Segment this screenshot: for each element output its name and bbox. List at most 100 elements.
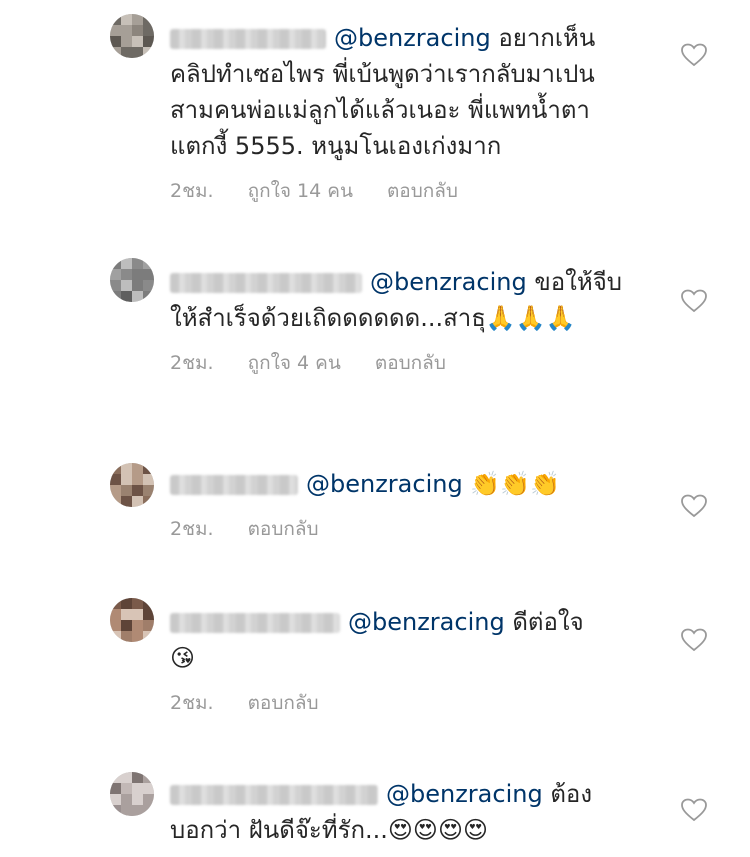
comment-text-block: @benzracing ขอให้จีบให้สำเร็จด้วยเถิดดดด… [170,264,635,336]
avatar-pixel [110,14,121,25]
avatar-pixel [110,485,121,496]
avatar-pixel [121,474,132,485]
avatar-pixel [132,463,143,474]
avatar-pixel [121,14,132,25]
mention-link[interactable]: @benzracing [348,608,505,636]
avatar-pixel [143,474,154,485]
emoji-clap: 👏👏👏 [470,470,560,498]
avatar-pixel [132,47,143,58]
avatar-pixel [121,25,132,36]
comment-time: 2ชม. [170,352,214,374]
comment-time: 2ชม. [170,518,214,540]
likes-count[interactable]: ถูกใจ 14 คน [248,180,353,202]
likes-count[interactable]: ถูกใจ 4 คน [248,352,341,374]
avatar-pixel [132,36,143,47]
mention-link[interactable]: @benzracing [386,780,543,808]
avatar-pixel [132,291,143,302]
avatar-pixel [110,463,121,474]
comment-text-block: @benzracing ต้องบอกว่า ฝันดีจ๊ะที่รัก...… [170,776,635,848]
avatar-pixel [110,258,121,269]
avatar-pixel [132,772,143,783]
reply-button[interactable]: ตอบกลับ [387,180,458,202]
avatar-pixel [121,805,132,816]
avatar-pixel [121,631,132,642]
avatar[interactable] [110,598,154,642]
avatar-pixel [143,631,154,642]
avatar-pixel [121,485,132,496]
avatar-pixel [143,258,154,269]
avatar-pixel [121,280,132,291]
avatar[interactable] [110,258,154,302]
avatar[interactable] [110,772,154,816]
heart-outline-icon[interactable] [681,628,707,652]
avatar-pixel [110,805,121,816]
avatar-pixel [143,269,154,280]
avatar[interactable] [110,463,154,507]
avatar-pixel [121,258,132,269]
reply-button[interactable]: ตอบกลับ [248,518,319,540]
avatar-pixel [121,47,132,58]
avatar-pixel [132,496,143,507]
avatar-pixel [132,485,143,496]
avatar-pixel [132,805,143,816]
avatar-pixel [143,291,154,302]
avatar-pixel [143,36,154,47]
avatar-pixel [121,269,132,280]
avatar-pixel [143,485,154,496]
mention-link[interactable]: @benzracing [370,268,527,296]
username-blurred[interactable] [170,29,326,49]
username-blurred[interactable] [170,475,298,495]
avatar-pixel [143,25,154,36]
avatar-pixel [143,47,154,58]
username-blurred[interactable] [170,273,362,293]
avatar-pixel [143,609,154,620]
avatar-pixel [110,783,121,794]
comment-text-block: @benzracing 👏👏👏 [170,466,635,502]
avatar-pixel [143,772,154,783]
avatar-pixel [143,598,154,609]
avatar-pixel [110,291,121,302]
comment-time: 2ชม. [170,692,214,714]
reply-button[interactable]: ตอบกลับ [248,692,319,714]
comment-text: ดีต่อใจ [512,608,584,636]
heart-outline-icon[interactable] [681,43,707,67]
comment-text-block: @benzracing ดีต่อใจ 😘 [170,604,635,676]
avatar-pixel [110,772,121,783]
emoji-pray: 🙏🙏🙏 [485,304,576,332]
heart-outline-icon[interactable] [681,494,707,518]
avatar-pixel [132,631,143,642]
mention-link[interactable]: @benzracing [334,24,491,52]
avatar-pixel [110,794,121,805]
avatar-pixel [110,474,121,485]
avatar-pixel [110,47,121,58]
avatar-pixel [132,609,143,620]
avatar[interactable] [110,14,154,58]
comment-text-block: @benzracing อยากเห็นคลิปทำเซอไพร พี่เบ้น… [170,20,635,164]
avatar-pixel [110,598,121,609]
username-blurred[interactable] [170,613,340,633]
avatar-pixel [143,805,154,816]
avatar-pixel [121,772,132,783]
heart-outline-icon[interactable] [681,798,707,822]
avatar-pixel [143,496,154,507]
avatar-pixel [132,620,143,631]
avatar-pixel [121,36,132,47]
avatar-pixel [132,794,143,805]
avatar-pixel [143,794,154,805]
avatar-pixel [121,794,132,805]
avatar-pixel [132,598,143,609]
avatar-pixel [132,269,143,280]
avatar-pixel [121,609,132,620]
mention-link[interactable]: @benzracing [306,470,463,498]
reply-button[interactable]: ตอบกลับ [375,352,446,374]
username-blurred[interactable] [170,785,378,805]
avatar-pixel [143,280,154,291]
avatar-pixel [132,280,143,291]
avatar-pixel [121,496,132,507]
comment-meta: 2ชม. ถูกใจ 14 คน ตอบกลับ [170,176,635,202]
avatar-pixel [110,269,121,280]
avatar-pixel [121,598,132,609]
avatar-pixel [110,496,121,507]
avatar-pixel [110,25,121,36]
heart-outline-icon[interactable] [681,289,707,313]
